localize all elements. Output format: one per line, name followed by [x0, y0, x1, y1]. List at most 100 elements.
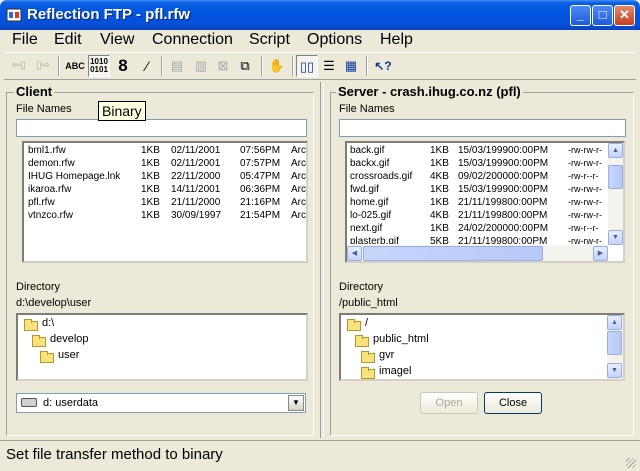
scroll-up-icon[interactable]: ▲ [607, 315, 622, 330]
file-attr: Arc [291, 184, 306, 195]
file-name: home.gif [350, 197, 389, 208]
list-view-button[interactable]: ☰ [318, 55, 340, 77]
file-size: 1KB [141, 210, 160, 221]
tree-item-gvr[interactable]: gvr [379, 349, 394, 361]
binary-mode-button[interactable]: 1010 0101 [88, 55, 110, 77]
file-date: 30/09/1997 [171, 210, 222, 221]
maximize-button[interactable]: □ [592, 5, 613, 26]
file-name: plasterb.gif [350, 236, 399, 244]
client-panel-title: Client [14, 84, 55, 99]
file-name: crossroads.gif [350, 171, 413, 182]
file-perms: -rw-r--r- [568, 171, 599, 181]
table-row[interactable]: home.gif 1KB 21/11/199800:00PM -rw-rw-r- [350, 196, 608, 209]
file-size: 1KB [141, 145, 160, 156]
minimize-button[interactable]: _ [570, 5, 591, 26]
table-row[interactable]: back.gif 1KB 15/03/199900:00PM -rw-rw-r- [350, 144, 608, 157]
table-row[interactable]: crossroads.gif 4KB 09/02/200000:00PM -rw-r-… [350, 170, 608, 183]
window-title: Reflection FTP - pfl.rfw [27, 6, 191, 23]
scroll-down-icon[interactable]: ▼ [608, 230, 623, 245]
menu-file[interactable]: File [12, 31, 38, 49]
scroll-thumb[interactable] [608, 165, 623, 189]
status-text: Set file transfer method to binary [6, 446, 223, 463]
file-perms: -rw-rw-r- [568, 184, 602, 194]
wand-button[interactable]: ⁄ [136, 55, 158, 77]
server-file-list[interactable]: back.gif 1KB 15/03/199900:00PM -rw-rw-r- ba… [345, 141, 625, 263]
split-view-button[interactable]: ▯▯ [296, 55, 318, 77]
server-directory-tree[interactable]: / public_html gvr imagel ▲ ▼ [339, 313, 625, 381]
menu-view[interactable]: View [100, 31, 134, 49]
open-button[interactable]: Open [420, 392, 478, 414]
ascii-mode-button[interactable]: ABC [64, 55, 86, 77]
tree-item-public-html[interactable]: public_html [373, 333, 429, 345]
resize-grip[interactable] [626, 458, 636, 468]
file-size: 1KB [430, 145, 449, 156]
server-list-hscrollbar[interactable]: ◀ ▶ [347, 245, 608, 261]
file-size: 4KB [430, 171, 449, 182]
file-name: back.gif [350, 145, 385, 156]
smart-mode-button[interactable]: 8 [112, 55, 134, 77]
close-connection-button[interactable]: Close [484, 392, 542, 414]
tree-item-develop[interactable]: develop [50, 333, 89, 345]
menu-connection[interactable]: Connection [152, 31, 233, 49]
file-attr: Arc [291, 158, 306, 169]
stop-button[interactable]: ✋ [266, 55, 288, 77]
scroll-thumb[interactable] [363, 246, 543, 261]
file-time: 05:47PM [240, 171, 281, 182]
table-row[interactable]: next.gif 1KB 24/02/200000:00PM -rw-r--r- [350, 222, 608, 235]
menu-options[interactable]: Options [307, 31, 362, 49]
menu-script[interactable]: Script [249, 31, 290, 49]
file-size: 1KB [141, 184, 160, 195]
scroll-left-icon[interactable]: ◀ [347, 246, 362, 261]
view-file-button[interactable]: ▤ [166, 55, 188, 77]
dropdown-arrow-icon[interactable]: ▼ [288, 395, 304, 411]
scroll-down-icon[interactable]: ▼ [607, 363, 622, 378]
menu-help[interactable]: Help [380, 31, 413, 49]
app-icon[interactable] [6, 7, 22, 23]
tree-item-root[interactable]: d:\ [42, 317, 54, 329]
client-directory-tree[interactable]: d:\ develop user [16, 313, 308, 381]
server-list-vscrollbar[interactable]: ▲ ▼ [608, 143, 623, 245]
file-size: 5KB [430, 236, 449, 244]
client-file-names-input[interactable] [16, 119, 307, 137]
file-name: bml1.rfw [28, 145, 66, 156]
scroll-thumb[interactable] [607, 331, 622, 355]
download-button[interactable]: ▯⇨ [32, 55, 54, 77]
download-icon: ▯⇨ [36, 60, 50, 71]
drive-select[interactable]: d: userdata ▼ [16, 393, 306, 413]
panel-splitter[interactable] [320, 82, 324, 438]
file-name: ikaroa.rfw [28, 184, 72, 195]
details-view-button[interactable]: ▦ [340, 55, 362, 77]
tree-item-user[interactable]: user [58, 349, 79, 361]
upload-button[interactable]: ⇦▯ [8, 55, 30, 77]
close-button[interactable]: ✕ [614, 5, 635, 26]
table-row[interactable]: vtnzco.rfw 1KB 30/09/1997 21:54PM Arc [28, 209, 306, 222]
client-file-list[interactable]: bml1.rfw 1KB 02/11/2001 07:56PM Arc demo… [22, 141, 308, 263]
context-help-button[interactable]: ↖? [372, 55, 394, 77]
file-time: 21:54PM [240, 210, 281, 221]
table-row[interactable]: fwd.gif 1KB 15/03/199900:00PM -rw-rw-r- [350, 183, 608, 196]
server-panel-title: Server - crash.ihug.co.nz (pfl) [336, 84, 523, 99]
tree-item-imagel[interactable]: imagel [379, 365, 411, 377]
menu-edit[interactable]: Edit [54, 31, 82, 49]
table-row[interactable]: plasterb.gif 5KB 21/11/199800:00PM -rw-rw-r… [350, 235, 608, 244]
delete-file-button[interactable]: ⊠ [212, 55, 234, 77]
table-row[interactable]: lo-025.gif 4KB 21/11/199800:00PM -rw-rw-r- [350, 209, 608, 222]
edit-file-button[interactable]: ▥ [190, 55, 212, 77]
scroll-right-icon[interactable]: ▶ [593, 246, 608, 261]
table-row[interactable]: bml1.rfw 1KB 02/11/2001 07:56PM Arc [28, 144, 306, 157]
table-row[interactable]: pfl.rfw 1KB 21/11/2000 21:16PM Arc [28, 196, 306, 209]
table-row[interactable]: IHUG Homepage.lnk 1KB 22/11/2000 05:47PM… [28, 170, 306, 183]
file-date: 21/11/199800:00PM [458, 197, 548, 208]
scroll-up-icon[interactable]: ▲ [608, 143, 623, 158]
file-date: 15/03/199900:00PM [458, 145, 549, 156]
client-directory-path: d:\develop\user [16, 297, 92, 309]
table-row[interactable]: demon.rfw 1KB 02/11/2001 07:57PM Arc [28, 157, 306, 170]
copy-file-button[interactable]: ⧉ [234, 55, 256, 77]
upload-icon: ⇦▯ [12, 60, 26, 71]
table-row[interactable]: backx.gif 1KB 15/03/199900:00PM -rw-rw-r- [350, 157, 608, 170]
table-row[interactable]: ikaroa.rfw 1KB 14/11/2001 06:36PM Arc [28, 183, 306, 196]
tree-item-root[interactable]: / [365, 317, 368, 329]
folder-icon [361, 351, 375, 363]
server-tree-vscrollbar[interactable]: ▲ ▼ [607, 315, 623, 379]
server-file-names-input[interactable] [339, 119, 626, 137]
